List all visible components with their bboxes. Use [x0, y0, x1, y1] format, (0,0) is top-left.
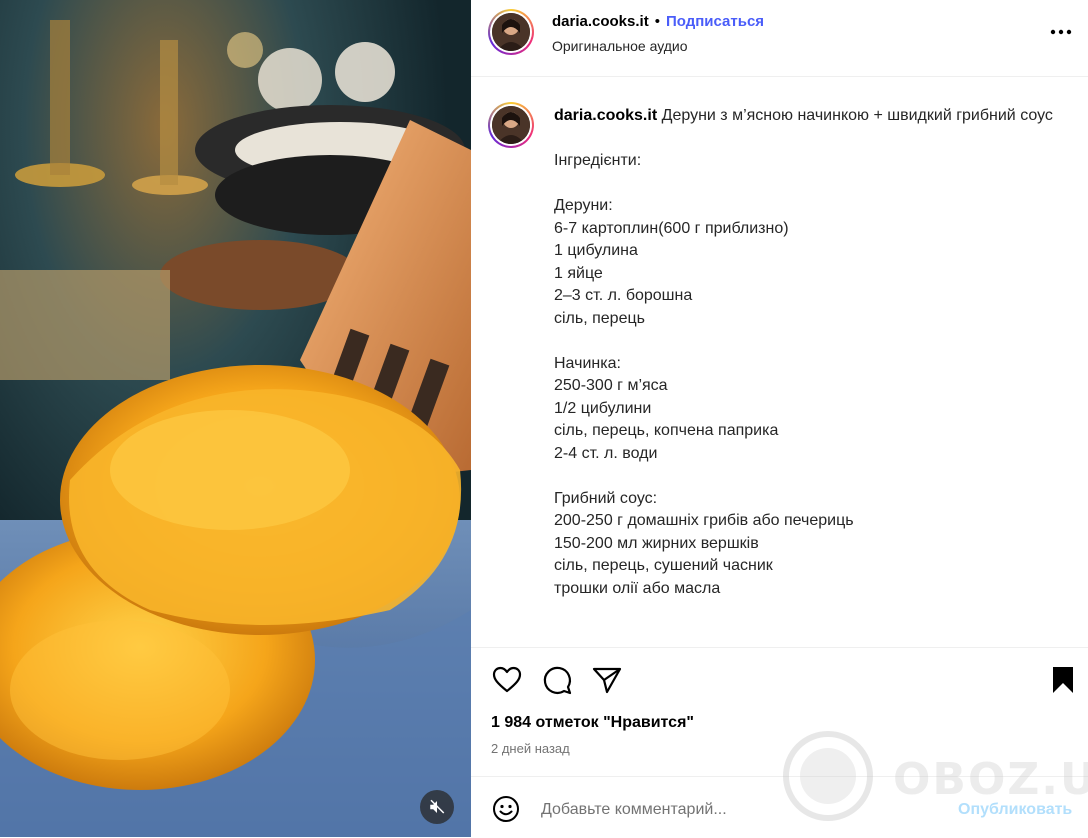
post-comment-button[interactable]: Опубликовать [958, 801, 1072, 819]
more-horizontal-icon[interactable] [1049, 22, 1073, 42]
audio-label[interactable]: Оригинальное аудио [552, 38, 688, 54]
heart-icon[interactable] [491, 664, 523, 696]
caption-text: daria.cooks.it Деруни з м’ясною начинкою… [554, 105, 1069, 600]
post-side-panel: daria.cooks.it • Подписаться Оригинальное … [471, 0, 1088, 837]
post-media-video[interactable] [0, 0, 471, 837]
post-time[interactable]: 2 дней назад [491, 741, 570, 756]
separator-dot: • [654, 13, 660, 30]
caption-area: daria.cooks.it Деруни з м’ясною начинкою… [471, 77, 1088, 647]
author-username[interactable]: daria.cooks.it [552, 13, 649, 30]
share-icon[interactable] [591, 664, 623, 696]
bookmark-icon[interactable] [1047, 664, 1079, 696]
caption-avatar[interactable] [488, 102, 534, 148]
comment-bar: Добавьте комментарий... Опубликовать [471, 776, 1088, 838]
emoji-icon[interactable] [492, 795, 520, 823]
food-photo [0, 0, 471, 837]
caption-username[interactable]: daria.cooks.it [554, 107, 657, 124]
post-actions: 1 984 отметок "Нравится" 2 дней назад [471, 647, 1088, 778]
post-header: daria.cooks.it • Подписаться Оригинальное … [471, 0, 1088, 77]
comment-icon[interactable] [541, 664, 573, 696]
mute-button[interactable] [420, 790, 454, 824]
comment-input[interactable]: Добавьте комментарий... [541, 801, 727, 819]
author-avatar[interactable] [488, 9, 534, 55]
caption-body: Деруни з м’ясною начинкою + швидкий гриб… [554, 107, 1053, 597]
follow-button[interactable]: Подписаться [666, 13, 764, 30]
muted-speaker-icon [430, 799, 445, 814]
likes-count[interactable]: 1 984 отметок "Нравится" [491, 714, 694, 732]
